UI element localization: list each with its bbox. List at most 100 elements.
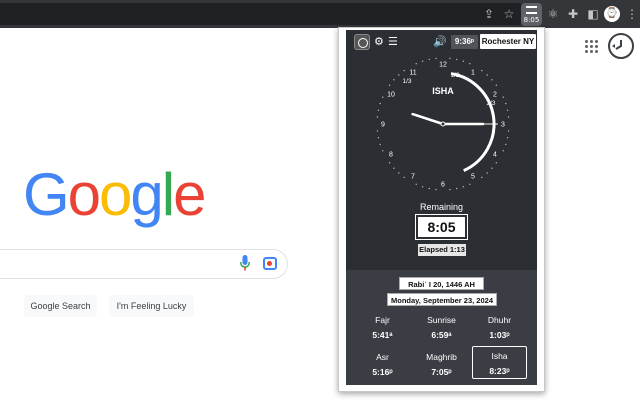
fraction-label: 1/3 bbox=[402, 78, 411, 85]
clock-tick bbox=[495, 84, 498, 86]
clock-tick bbox=[502, 96, 504, 98]
logo-letter: o bbox=[99, 161, 132, 228]
clock-tick bbox=[505, 102, 507, 105]
clock-tick bbox=[382, 96, 384, 98]
clock-tick bbox=[377, 137, 380, 139]
google-search-button[interactable]: Google Search bbox=[24, 295, 97, 317]
clock-numeral: 7 bbox=[411, 174, 415, 181]
clock-numeral: 2 bbox=[493, 92, 497, 99]
microphone-icon[interactable] bbox=[240, 255, 250, 271]
clock-tick bbox=[456, 58, 458, 61]
clock-tick bbox=[393, 79, 395, 81]
clock-tick bbox=[376, 116, 379, 118]
fraction-label: 1/2 bbox=[450, 72, 459, 79]
address-bar[interactable] bbox=[0, 3, 528, 25]
clock-tick bbox=[506, 109, 509, 111]
remaining-label: Remaining bbox=[419, 202, 464, 212]
prayer-times-extension-button[interactable]: 8:05 bbox=[521, 3, 542, 26]
logo-letter: g bbox=[130, 161, 163, 228]
clock-tick bbox=[393, 167, 395, 169]
clock-tick bbox=[382, 150, 384, 152]
clock-tick bbox=[486, 172, 488, 174]
prayer-fajr: Fajr 5:41ᵃ bbox=[355, 311, 410, 344]
remaining-time: 8:05 bbox=[415, 214, 468, 240]
prayer-sunrise: Sunrise 6:59ᵃ bbox=[414, 311, 469, 344]
current-prayer-name: ISHA bbox=[432, 86, 454, 96]
side-panel-icon[interactable]: ◧ bbox=[585, 6, 601, 22]
prayer-time: 1:03ᵖ bbox=[489, 330, 510, 340]
clock-tick bbox=[403, 69, 405, 72]
clock-tick bbox=[377, 109, 380, 111]
current-time: 9:36ᵖ bbox=[451, 35, 478, 49]
google-lens-icon[interactable] bbox=[263, 257, 277, 270]
puzzle-extensions-icon[interactable]: ✚ bbox=[565, 6, 581, 22]
bookmark-star-icon[interactable]: ☆ bbox=[501, 6, 517, 22]
sliders-icon[interactable]: ☰ bbox=[388, 36, 398, 48]
clock-tick bbox=[398, 172, 400, 174]
prayer-name: Isha bbox=[491, 351, 508, 361]
prayer-time: 8:23ᵖ bbox=[489, 366, 510, 376]
gregorian-date: Monday, September 23, 2024 bbox=[387, 293, 497, 306]
prayer-maghrib: Maghrib 7:05ᵖ bbox=[414, 348, 469, 381]
clock-tick bbox=[435, 188, 437, 191]
extension-badge: 8:05 bbox=[523, 16, 540, 24]
clock-tick bbox=[388, 84, 391, 86]
extension-icon bbox=[526, 6, 537, 14]
clock-numeral: 3 bbox=[501, 122, 505, 129]
clock-tick bbox=[506, 137, 509, 139]
prayer-time: 5:16ᵖ bbox=[372, 367, 393, 377]
prayer-asr: Asr 5:16ᵖ bbox=[355, 348, 410, 381]
apps-grid-icon[interactable] bbox=[585, 40, 599, 54]
clock-mode-icon[interactable] bbox=[354, 34, 370, 50]
google-logo: Google bbox=[23, 160, 207, 230]
clock-tick bbox=[376, 130, 379, 132]
menu-kebab-icon[interactable]: ⋮ bbox=[624, 6, 640, 22]
profile-avatar[interactable]: ⌚ bbox=[604, 6, 620, 22]
clock-tick bbox=[507, 130, 510, 132]
gear-icon[interactable]: ⚙ bbox=[374, 36, 384, 48]
clock-numeral: 10 bbox=[387, 92, 395, 99]
speaker-icon[interactable]: 🔊 bbox=[433, 36, 447, 48]
location-button[interactable]: Rochester NY bbox=[480, 34, 536, 49]
prayer-isha: Isha 8:23ᵖ bbox=[472, 346, 527, 379]
feeling-lucky-button[interactable]: I'm Feeling Lucky bbox=[109, 295, 194, 317]
clock-tick bbox=[495, 162, 498, 164]
clock-tick bbox=[456, 187, 458, 190]
prayer-name: Maghrib bbox=[426, 352, 457, 362]
clock-numeral: 9 bbox=[381, 122, 385, 129]
react-extension-icon[interactable]: ⚛ bbox=[545, 6, 561, 22]
hijri-date: Rabiʿ I 20, 1446 AH bbox=[399, 277, 484, 290]
logo-letter: G bbox=[23, 161, 70, 228]
prayer-name: Asr bbox=[376, 352, 389, 362]
clock-tick bbox=[398, 74, 400, 76]
clock-numeral: 11 bbox=[409, 70, 416, 77]
share-icon[interactable]: ⇪ bbox=[481, 6, 497, 22]
hour-hand bbox=[411, 112, 445, 126]
prayer-time: 7:05ᵖ bbox=[431, 367, 452, 377]
clock-tick bbox=[428, 58, 430, 61]
fraction-label: 2/3 bbox=[486, 100, 495, 107]
clock-panel: ⚙ ☰ 🔊 9:36ᵖ Rochester NY 12 1 2 3 4 5 6 7 8 9 10 11… bbox=[346, 30, 537, 270]
clock-tick bbox=[486, 74, 488, 76]
logo-letter: l bbox=[161, 161, 175, 228]
clock-tick bbox=[491, 79, 493, 81]
clock-tick bbox=[469, 183, 471, 185]
clock-tick bbox=[462, 186, 465, 188]
prayer-time: 6:59ᵃ bbox=[431, 330, 452, 340]
browser-toolbar: ⇪ ☆ 8:05 ⚛ ✚ ◧ ⌚ ⋮ bbox=[0, 0, 640, 28]
clock-tick bbox=[415, 63, 417, 65]
clock-numeral: 4 bbox=[493, 152, 497, 159]
clock-numeral: 12 bbox=[439, 62, 447, 69]
clock-tick bbox=[481, 176, 483, 179]
clock-tick bbox=[379, 102, 381, 105]
clock-tick bbox=[403, 176, 405, 179]
clock-tick bbox=[388, 162, 391, 164]
clock-numeral: 8 bbox=[389, 152, 393, 159]
prayer-name: Dhuhr bbox=[487, 315, 512, 325]
prayer-clock: 121234567891011 ISHA 1/3 1/2 2/3 bbox=[376, 57, 510, 191]
account-icon[interactable] bbox=[608, 33, 634, 59]
clock-tick bbox=[435, 57, 437, 60]
clock-tick bbox=[379, 143, 381, 146]
clock-tick bbox=[415, 183, 417, 185]
clock-numeral: 6 bbox=[441, 182, 445, 189]
